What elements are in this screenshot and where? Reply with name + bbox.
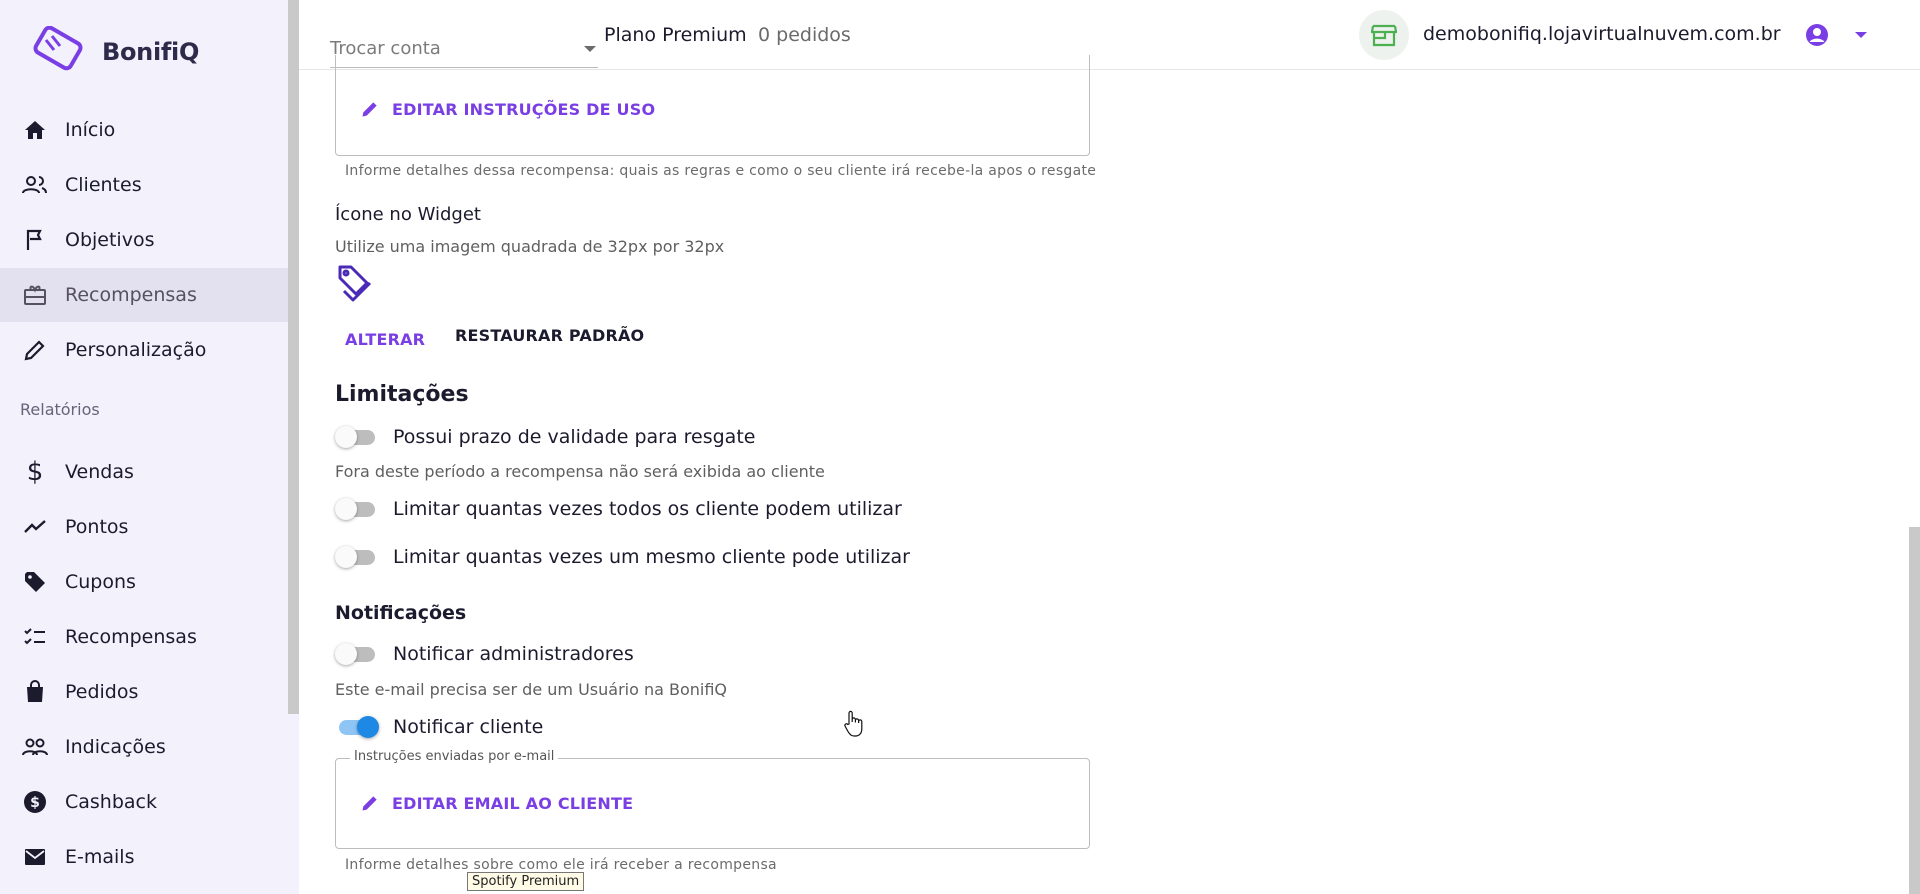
chevron-down-icon <box>584 46 596 52</box>
edit-client-email-label: EDITAR EMAIL AO CLIENTE <box>392 793 634 813</box>
user-account-icon[interactable] <box>1805 23 1829 51</box>
sidebar-item-label: Objetivos <box>65 229 155 251</box>
edit-usage-instructions-label: EDITAR INSTRUÇÕES DE USO <box>392 99 656 119</box>
sidebar-item-label: Pontos <box>65 516 129 538</box>
notify-admins-hint: Este e-mail precisa ser de um Usuário na… <box>335 680 728 699</box>
sidebar-item-vendas[interactable]: $ Vendas <box>0 445 288 499</box>
sidebar-item-cashback[interactable]: $ Cashback <box>0 775 288 829</box>
sidebar-item-label: Início <box>65 119 116 141</box>
checklist-icon <box>22 624 48 650</box>
sidebar-item-indicacoes[interactable]: Indicações <box>0 720 288 774</box>
limitations-title: Limitações <box>335 382 469 407</box>
sidebar-item-cupons[interactable]: Cupons <box>0 555 288 609</box>
usage-instructions-helper: Informe detalhes dessa recompensa: quais… <box>345 163 1097 179</box>
sidebar-item-label: Cashback <box>65 791 158 813</box>
logo-icon <box>33 26 83 71</box>
orders-count: 0 pedidos <box>758 24 851 46</box>
widget-icon-hint: Utilize uma imagem quadrada de 32px por … <box>335 237 725 256</box>
pencil-icon <box>362 102 377 117</box>
sidebar-item-inicio[interactable]: Início <box>0 103 288 157</box>
brand-logo[interactable]: BonifiQ <box>28 26 199 78</box>
sidebar-item-recompensas-relatorio[interactable]: Recompensas <box>0 610 288 664</box>
change-icon-button[interactable]: ALTERAR <box>345 330 425 349</box>
pencil-icon <box>22 337 48 363</box>
sidebar-item-label: Recompensas <box>65 626 197 648</box>
sidebar-item-emails[interactable]: E-mails <box>0 830 288 884</box>
home-icon <box>22 117 48 143</box>
user-menu-chevron-icon[interactable] <box>1855 32 1867 38</box>
gift-card-icon <box>22 282 48 308</box>
dollar-icon: $ <box>26 457 44 487</box>
restore-default-button[interactable]: RESTAURAR PADRÃO <box>455 326 644 345</box>
client-email-instructions-field[interactable]: Instruções enviadas por e-mail EDITAR EM… <box>335 749 1090 849</box>
validity-toggle-label: Possui prazo de validade para resgate <box>393 426 756 448</box>
validity-hint: Fora deste período a recompensa não será… <box>335 462 825 481</box>
sidebar-item-objetivos[interactable]: Objetivos <box>0 213 288 267</box>
tooltip: Spotify Premium <box>467 872 585 891</box>
validity-toggle[interactable] <box>335 425 381 449</box>
sidebar-item-pontos[interactable]: Pontos <box>0 500 288 554</box>
dollar-circle-icon: $ <box>22 789 48 815</box>
notify-client-label: Notificar cliente <box>393 716 544 738</box>
limit-all-clients-toggle[interactable] <box>335 497 381 521</box>
tag-icon <box>22 569 48 595</box>
notify-admins-toggle[interactable] <box>335 642 381 666</box>
notify-admins-label: Notificar administradores <box>393 643 634 665</box>
hand-cursor-icon <box>843 710 865 742</box>
limit-all-clients-label: Limitar quantas vezes todos os cliente p… <box>393 498 902 520</box>
flag-icon <box>22 227 48 253</box>
limit-same-client-toggle[interactable] <box>335 545 381 569</box>
sidebar-item-label: E-mails <box>65 846 135 868</box>
sidebar-item-recompensas[interactable]: Recompensas <box>0 268 288 322</box>
mail-icon <box>22 844 48 870</box>
limit-same-client-label: Limitar quantas vezes um mesmo cliente p… <box>393 546 910 568</box>
brand-name: BonifiQ <box>102 38 200 66</box>
sidebar-item-clientes[interactable]: Clientes <box>0 158 288 212</box>
tag-icon <box>337 263 373 307</box>
sidebar-item-label: Clientes <box>65 174 142 196</box>
notifications-title: Notificações <box>335 602 467 624</box>
sidebar-scrollbar[interactable] <box>288 0 299 714</box>
usage-instructions-field[interactable]: EDITAR INSTRUÇÕES DE USO <box>335 55 1090 156</box>
sidebar-item-label: Pedidos <box>65 681 139 703</box>
edit-usage-instructions-button[interactable]: EDITAR INSTRUÇÕES DE USO <box>360 99 655 119</box>
trending-line-icon <box>22 514 48 540</box>
store-icon <box>1359 10 1409 60</box>
sidebar-item-pedidos[interactable]: Pedidos <box>0 665 288 719</box>
sidebar-item-label: Vendas <box>65 461 134 483</box>
main-scrollbar[interactable] <box>1909 527 1920 894</box>
sidebar: BonifiQ Início Clientes Objetivos Recomp… <box>0 0 299 894</box>
section-label-relatorios: Relatórios <box>20 400 100 419</box>
pencil-icon <box>362 796 377 811</box>
edit-client-email-button[interactable]: EDITAR EMAIL AO CLIENTE <box>360 793 633 813</box>
people-icon <box>22 172 48 198</box>
sidebar-item-label: Personalização <box>65 339 207 361</box>
sidebar-item-label: Recompensas <box>65 284 197 306</box>
notify-client-toggle[interactable] <box>335 715 381 739</box>
group-icon <box>22 734 48 760</box>
client-email-legend: Instruções enviadas por e-mail <box>350 749 559 764</box>
shopping-bag-icon <box>22 679 48 705</box>
widget-icon-title: Ícone no Widget <box>335 204 481 225</box>
client-email-helper: Informe detalhes sobre como ele irá rece… <box>345 857 777 873</box>
sidebar-item-label: Cupons <box>65 571 136 593</box>
sidebar-item-label: Indicações <box>65 736 166 758</box>
sidebar-item-personalizacao[interactable]: Personalização <box>0 323 288 377</box>
store-domain[interactable]: demobonifiq.lojavirtualnuvem.com.br <box>1423 23 1781 45</box>
svg-text:$: $ <box>30 795 40 811</box>
plan-label: Plano Premium <box>604 24 747 46</box>
